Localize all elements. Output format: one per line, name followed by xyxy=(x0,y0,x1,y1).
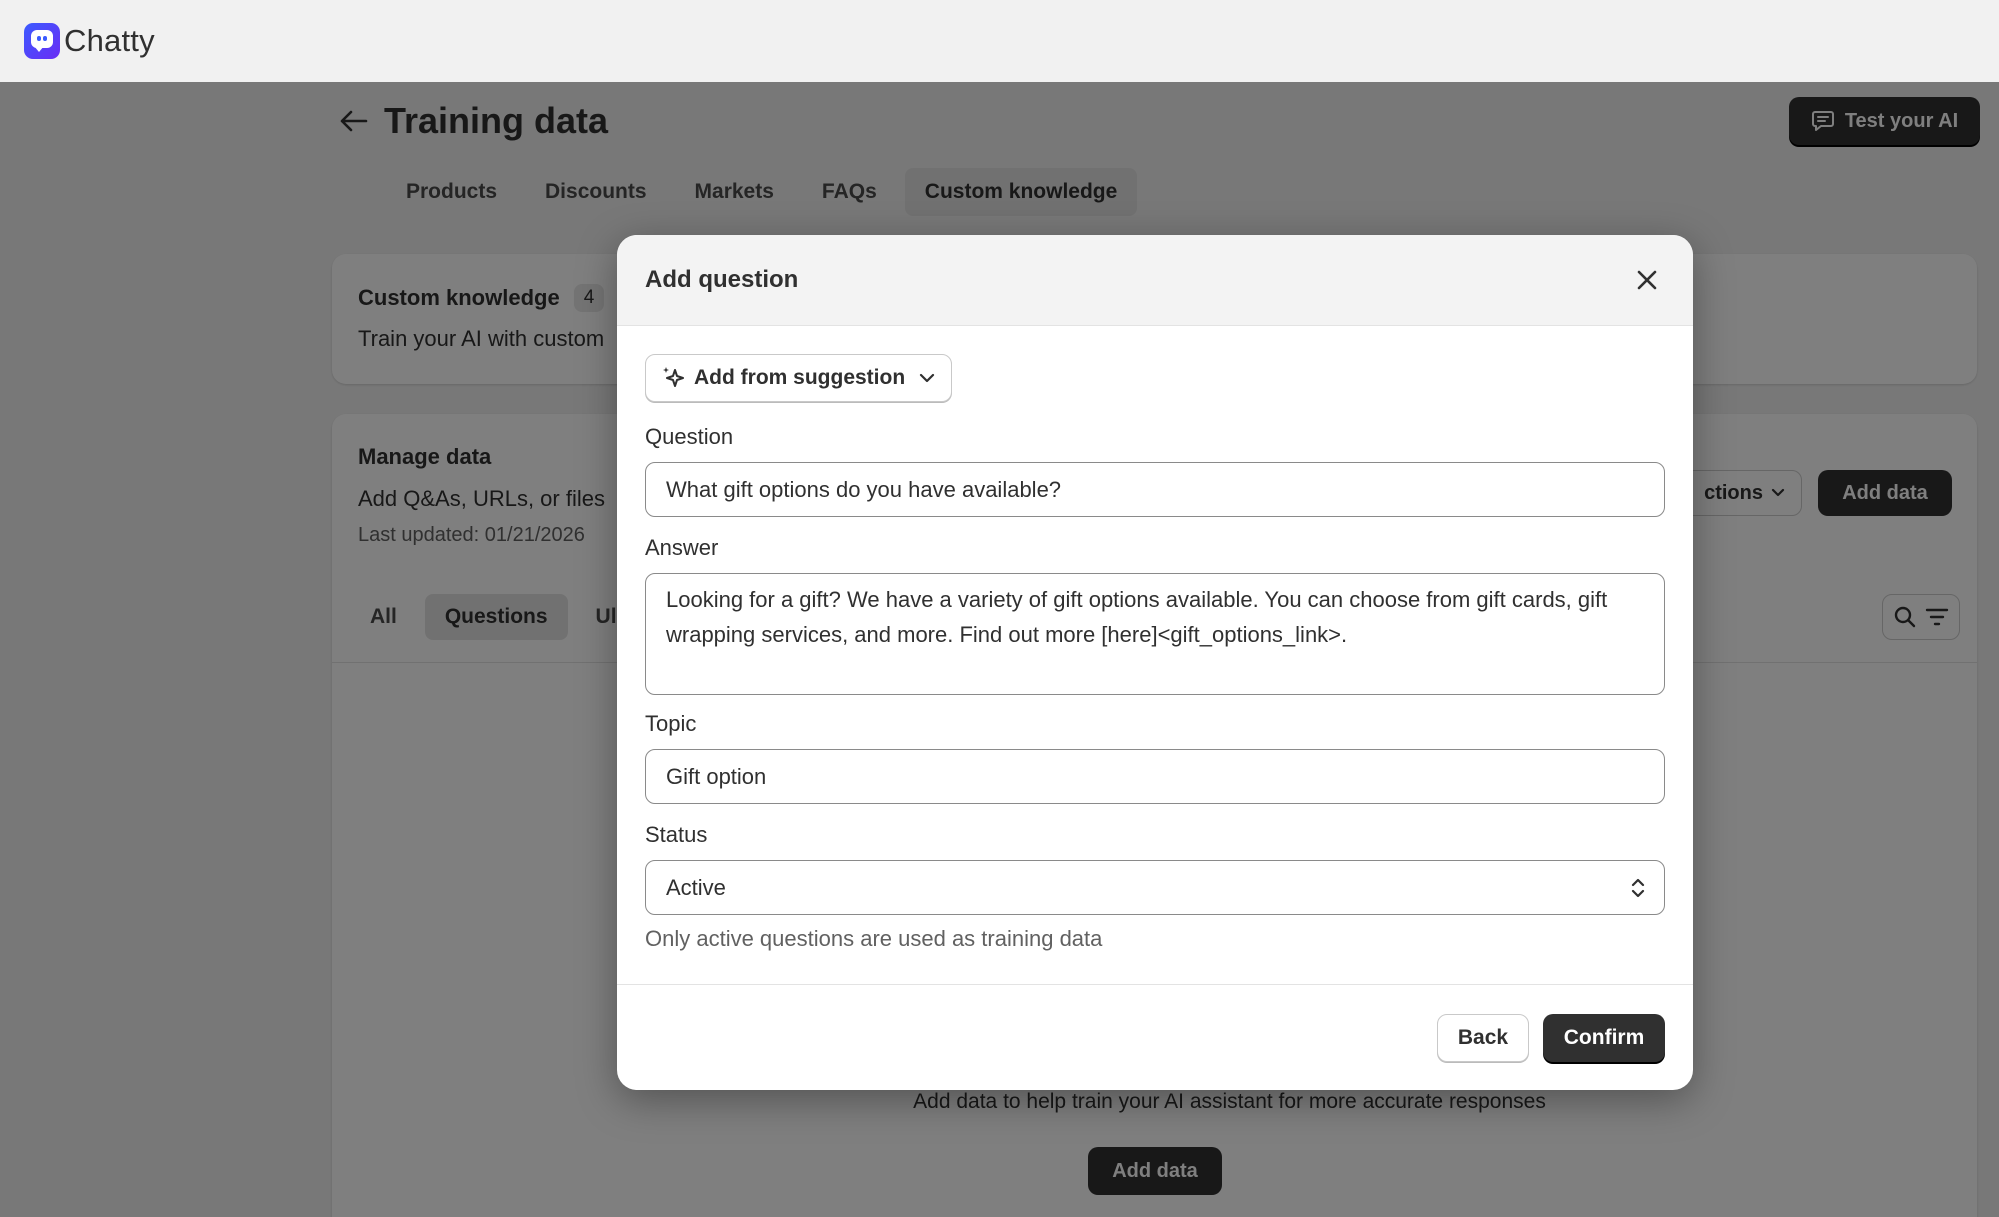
topic-input[interactable]: Gift option xyxy=(645,749,1665,804)
modal-footer: Back Confirm xyxy=(617,984,1693,1090)
answer-label: Answer xyxy=(645,535,719,560)
question-input[interactable]: What gift options do you have available? xyxy=(645,462,1665,517)
status-label: Status xyxy=(645,822,708,847)
modal-header: Add question xyxy=(617,235,1693,326)
status-select-value: Active xyxy=(666,874,726,900)
confirm-button[interactable]: Confirm xyxy=(1543,1014,1665,1062)
add-from-suggestion-label: Add from suggestion xyxy=(694,366,906,389)
add-question-modal: Add question Add from suggestion Questio… xyxy=(617,235,1693,1090)
app-topbar: Chatty xyxy=(0,0,1999,82)
status-select[interactable]: Active xyxy=(645,860,1665,915)
status-help-text: Only active questions are used as traini… xyxy=(645,926,1103,951)
answer-textarea-value: Looking for a gift? We have a variety of… xyxy=(666,587,1608,647)
topic-label: Topic xyxy=(645,711,697,736)
select-arrows-icon xyxy=(1631,878,1645,897)
back-button[interactable]: Back xyxy=(1437,1014,1529,1062)
modal-title: Add question xyxy=(645,266,799,293)
close-icon xyxy=(1637,270,1657,290)
question-input-value: What gift options do you have available? xyxy=(666,476,1062,502)
topic-input-value: Gift option xyxy=(666,763,767,789)
answer-textarea[interactable]: Looking for a gift? We have a variety of… xyxy=(645,573,1665,695)
app-name: Chatty xyxy=(64,23,155,58)
question-label: Question xyxy=(645,424,734,449)
add-from-suggestion-button[interactable]: Add from suggestion xyxy=(645,354,952,402)
chat-bubble-logo-icon xyxy=(24,23,60,59)
chevron-down-icon xyxy=(920,373,935,383)
sparkle-icon xyxy=(663,367,684,387)
close-button[interactable] xyxy=(1629,262,1665,298)
